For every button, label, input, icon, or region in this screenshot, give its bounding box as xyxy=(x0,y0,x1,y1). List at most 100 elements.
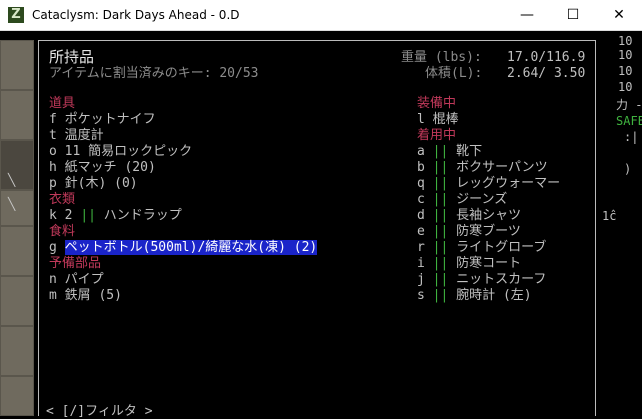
item-key: q xyxy=(417,176,425,191)
item-name: ポケットナイフ xyxy=(64,112,156,127)
inventory-item[interactable]: t 温度計 xyxy=(49,128,104,144)
app-icon: Z xyxy=(8,7,24,23)
weight-value: 17.0/116.9 xyxy=(507,50,586,65)
inventory-item[interactable]: a || 靴下 xyxy=(417,144,482,160)
rod-icon: ╲ xyxy=(8,197,16,211)
item-key: p xyxy=(49,176,57,191)
item-name: 靴下 xyxy=(456,144,483,159)
category-tools: 道具 xyxy=(49,96,76,111)
item-name: 温度計 xyxy=(64,128,104,143)
category-wielded: 装備中 xyxy=(417,96,457,111)
item-name: ボクサーパンツ xyxy=(456,160,548,175)
item-name: 鉄屑 (5) xyxy=(64,288,122,303)
status-value: 10 xyxy=(618,48,633,62)
inventory-item[interactable]: h 紙マッチ (20) xyxy=(49,160,156,176)
close-button[interactable]: ✕ xyxy=(596,0,642,30)
category-clothing: 衣類 xyxy=(49,192,76,207)
item-name: ニットスカーフ xyxy=(456,272,547,287)
wall-tile xyxy=(0,226,34,276)
inventory-item[interactable]: k 2 || ハンドラップ xyxy=(49,208,182,224)
item-key: a xyxy=(417,144,425,159)
title-bar: Z Cataclysm: Dark Days Ahead - 0.D — ☐ ✕ xyxy=(0,0,642,31)
inventory-item[interactable]: p 針(木) (0) xyxy=(49,176,138,192)
volume-label: 体積(L): xyxy=(425,66,483,81)
item-name: ペットボトル(500ml)/綺麗な水(凍) (2) xyxy=(64,240,318,255)
item-key: h xyxy=(49,160,57,175)
category-spare-parts: 予備部品 xyxy=(49,256,102,271)
status-value: 10 xyxy=(618,64,633,78)
weight-label: 重量 (lbs): xyxy=(401,50,482,65)
inventory-item[interactable]: m 鉄屑 (5) xyxy=(49,288,122,304)
inventory-title: 所持品 xyxy=(49,48,95,66)
sidebar-status: 10 10 10 10 力 -- SAFE :| ) 1ĉ xyxy=(602,31,642,416)
inventory-item[interactable]: j || ニットスカーフ xyxy=(417,272,546,288)
item-condition-bars: || xyxy=(432,192,449,207)
inventory-item[interactable]: f ポケットナイフ xyxy=(49,112,156,128)
item-key: s xyxy=(417,288,425,303)
inventory-item[interactable]: l 棍棒 xyxy=(417,112,459,128)
volume-value: 2.64/ 3.50 xyxy=(507,66,586,81)
inventory-item[interactable]: s || 腕時計 (左) xyxy=(417,288,532,304)
inventory-item-selected[interactable]: g ペットボトル(500ml)/綺麗な水(凍) (2) xyxy=(49,240,318,256)
item-condition-bars: || xyxy=(432,176,449,191)
item-name: 腕時計 (左) xyxy=(456,288,532,303)
item-count: 2 xyxy=(64,208,73,223)
item-condition-bars: || xyxy=(432,288,449,303)
wall-tile xyxy=(0,376,34,416)
window-title: Cataclysm: Dark Days Ahead - 0.D xyxy=(32,8,240,22)
item-name: 防寒コート xyxy=(456,256,522,271)
item-key: c xyxy=(417,192,425,207)
item-condition-bars: || xyxy=(432,144,449,159)
assigned-keys-info: アイテムに割当済みのキー: 20/53 xyxy=(49,66,259,81)
item-name: パイプ xyxy=(64,272,104,287)
inventory-item[interactable]: i || 防寒コート xyxy=(417,256,521,272)
item-condition-bars: || xyxy=(432,256,449,271)
maximize-button[interactable]: ☐ xyxy=(550,0,596,30)
wall-tile xyxy=(0,90,34,140)
inventory-item[interactable]: r || ライトグローブ xyxy=(417,240,546,256)
item-name: ライトグローブ xyxy=(456,240,547,255)
item-condition-bars: || xyxy=(432,272,449,287)
item-key: o xyxy=(49,144,57,159)
item-name: レッグウォーマー xyxy=(456,176,561,191)
safe-mode-indicator: SAFE xyxy=(616,114,642,128)
item-name: 長袖シャツ xyxy=(456,208,522,223)
status-value: 10 xyxy=(618,34,633,48)
inventory-item[interactable]: o 11 簡易ロックピック xyxy=(49,144,192,160)
item-key: m xyxy=(49,288,57,303)
item-key: k xyxy=(49,208,57,223)
item-name: 防寒ブーツ xyxy=(456,224,521,239)
item-key: e xyxy=(417,224,425,239)
game-window: Z Cataclysm: Dark Days Ahead - 0.D — ☐ ✕… xyxy=(0,0,642,419)
wall-tile xyxy=(0,140,34,190)
item-name: 棍棒 xyxy=(432,112,459,127)
item-key: f xyxy=(49,112,57,127)
item-name: 紙マッチ (20) xyxy=(64,160,156,175)
minimize-button[interactable]: — xyxy=(504,0,550,30)
rod-icon: ╲ xyxy=(8,173,16,187)
wall-tile xyxy=(0,40,34,90)
status-value: 10 xyxy=(618,80,633,94)
item-name: ハンドラップ xyxy=(103,208,182,223)
inventory-item[interactable]: c || ジーンズ xyxy=(417,192,507,208)
item-key: g xyxy=(49,240,57,255)
item-condition-bars: || xyxy=(80,208,96,223)
game-viewport: ╲ ╲ 所持品 アイテムに割当済みのキー: 20/53 重量 (lbs): 17… xyxy=(0,31,642,419)
item-condition-bars: || xyxy=(432,208,449,223)
item-key: n xyxy=(49,272,57,287)
inventory-item[interactable]: n パイプ xyxy=(49,272,104,288)
inventory-item[interactable]: e || 防寒ブーツ xyxy=(417,224,521,240)
wall-tile xyxy=(0,190,34,226)
item-name: 11 簡易ロックピック xyxy=(64,144,193,159)
inventory-item[interactable]: b || ボクサーパンツ xyxy=(417,160,548,176)
item-name: 針(木) (0) xyxy=(64,176,138,191)
item-key: b xyxy=(417,160,425,175)
wall-tile xyxy=(0,276,34,326)
inventory-item[interactable]: q || レッグウォーマー xyxy=(417,176,560,192)
inventory-item[interactable]: d || 長袖シャツ xyxy=(417,208,521,224)
item-key: r xyxy=(417,240,425,255)
item-condition-bars: || xyxy=(432,240,449,255)
item-condition-bars: || xyxy=(432,160,449,175)
item-key: i xyxy=(417,256,425,271)
filter-hint[interactable]: < [/]フィルタ > xyxy=(46,400,153,419)
